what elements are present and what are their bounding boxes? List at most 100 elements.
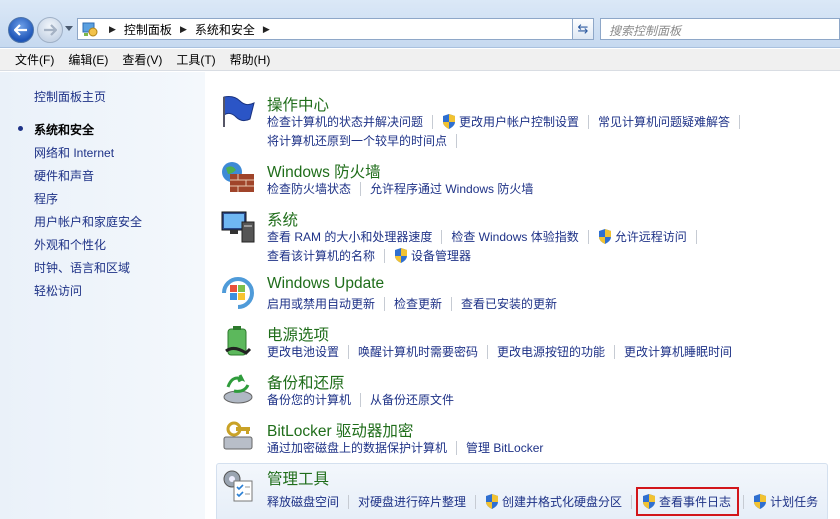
menu-tools[interactable]: 工具(T) xyxy=(169,51,222,68)
divider xyxy=(348,344,350,359)
backup-icon xyxy=(220,371,260,411)
category-title[interactable]: 备份和还原 xyxy=(267,371,345,393)
uac-shield-icon xyxy=(443,114,456,129)
link-experience-index[interactable]: 检查 Windows 体验指数 xyxy=(451,228,578,245)
link-encrypt-data[interactable]: 通过加密磁盘上的数据保护计算机 xyxy=(267,439,447,456)
link-restore-files[interactable]: 从备份还原文件 xyxy=(370,391,454,408)
category-title[interactable]: 电源选项 xyxy=(267,323,329,345)
recent-pages-dropdown[interactable] xyxy=(65,26,73,31)
link-schedule-tasks[interactable]: 计划任务 xyxy=(753,493,818,510)
divider xyxy=(739,114,741,129)
flag-icon xyxy=(220,93,260,133)
power-icon xyxy=(220,323,260,363)
divider xyxy=(384,296,386,311)
link-wake-password[interactable]: 唤醒计算机时需要密码 xyxy=(358,343,478,360)
menu-edit[interactable]: 编辑(E) xyxy=(61,51,115,68)
divider xyxy=(588,114,590,129)
address-field[interactable]: ▶ 控制面板 ▶ 系统和安全 ▶ xyxy=(77,18,644,40)
menu-file[interactable]: 文件(F) xyxy=(8,51,61,68)
link-backup-computer[interactable]: 备份您的计算机 xyxy=(267,391,351,408)
divider xyxy=(614,344,616,359)
link-device-manager[interactable]: 设备管理器 xyxy=(394,247,471,264)
sidebar-item-home[interactable]: 控制面板主页 xyxy=(34,88,106,105)
windows-update-icon xyxy=(220,275,260,315)
breadcrumb-separator[interactable]: ▶ xyxy=(109,24,116,35)
sidebar-item-ease-of-access[interactable]: 轻松访问 xyxy=(34,282,82,299)
link-free-disk-space[interactable]: 释放磁盘空间 xyxy=(267,493,339,510)
link-label: 计划任务 xyxy=(770,495,819,509)
divider xyxy=(451,296,453,311)
divider xyxy=(348,494,350,509)
category-title[interactable]: 管理工具 xyxy=(267,467,329,489)
breadcrumb-separator[interactable]: ▶ xyxy=(180,24,187,35)
link-auto-update[interactable]: 启用或禁用自动更新 xyxy=(267,295,375,312)
breadcrumb-separator[interactable]: ▶ xyxy=(263,24,270,35)
sidebar-item-programs[interactable]: 程序 xyxy=(34,190,58,207)
category-title[interactable]: BitLocker 驱动器加密 xyxy=(267,419,413,441)
arrow-right-icon xyxy=(44,24,57,36)
main-content: 操作中心 检查计算机的状态并解决问题 更改用户帐户控制设置 常见计算机问题疑难解… xyxy=(205,72,840,519)
sidebar-item-system-security: 系统和安全 xyxy=(34,123,95,137)
link-check-updates[interactable]: 检查更新 xyxy=(394,295,442,312)
divider xyxy=(360,181,362,196)
divider xyxy=(432,114,434,129)
link-firewall-status[interactable]: 检查防火墙状态 xyxy=(267,180,351,197)
link-view-event-logs[interactable]: 查看事件日志 xyxy=(636,487,740,516)
link-installed-updates[interactable]: 查看已安装的更新 xyxy=(461,295,557,312)
breadcrumb-control-panel[interactable]: 控制面板 xyxy=(124,21,172,38)
link-remote-access[interactable]: 允许远程访问 xyxy=(598,228,687,245)
divider xyxy=(631,494,633,509)
bitlocker-icon xyxy=(220,419,260,459)
divider xyxy=(441,229,443,244)
divider xyxy=(384,248,386,263)
forward-button[interactable] xyxy=(37,17,63,43)
divider xyxy=(487,344,489,359)
menu-view[interactable]: 查看(V) xyxy=(115,51,169,68)
divider xyxy=(456,440,458,455)
link-allow-program[interactable]: 允许程序通过 Windows 防火墙 xyxy=(370,180,533,197)
menu-bar: 文件(F) 编辑(E) 查看(V) 工具(T) 帮助(H) xyxy=(0,49,840,71)
search-input[interactable]: 搜索控制面板 xyxy=(600,18,840,40)
link-system-restore[interactable]: 将计算机还原到一个较早的时间点 xyxy=(267,132,447,149)
sidebar-item-appearance[interactable]: 外观和个性化 xyxy=(34,236,106,253)
link-ram-processor[interactable]: 查看 RAM 的大小和处理器速度 xyxy=(267,228,432,245)
link-manage-bitlocker[interactable]: 管理 BitLocker xyxy=(466,439,543,456)
sidebar-item-clock-region[interactable]: 时钟、语言和区域 xyxy=(34,259,130,276)
divider xyxy=(456,133,458,148)
refresh-icon: ⇆ xyxy=(577,21,589,36)
link-uac-settings[interactable]: 更改用户帐户控制设置 xyxy=(442,113,579,130)
arrow-left-icon xyxy=(14,24,27,36)
link-battery-settings[interactable]: 更改电池设置 xyxy=(267,343,339,360)
link-defragment[interactable]: 对硬盘进行碎片整理 xyxy=(358,493,466,510)
link-computer-name[interactable]: 查看该计算机的名称 xyxy=(267,247,375,264)
link-power-button[interactable]: 更改电源按钮的功能 xyxy=(497,343,605,360)
current-bullet xyxy=(18,126,23,131)
category-title[interactable]: 操作中心 xyxy=(267,93,329,115)
link-label: 创建并格式化硬盘分区 xyxy=(502,495,623,509)
link-label: 设备管理器 xyxy=(411,249,472,263)
sidebar-item-network[interactable]: 网络和 Internet xyxy=(34,144,114,161)
link-troubleshoot[interactable]: 常见计算机问题疑难解答 xyxy=(598,113,730,130)
uac-shield-icon xyxy=(754,494,767,509)
sidebar-item-user-accounts[interactable]: 用户帐户和家庭安全 xyxy=(34,213,142,230)
link-create-partitions[interactable]: 创建并格式化硬盘分区 xyxy=(485,493,622,510)
link-check-status[interactable]: 检查计算机的状态并解决问题 xyxy=(267,113,423,130)
link-sleep-time[interactable]: 更改计算机睡眠时间 xyxy=(624,343,732,360)
category-title[interactable]: Windows Update xyxy=(267,275,384,293)
divider xyxy=(587,229,589,244)
category-title[interactable]: 系统 xyxy=(267,208,298,230)
category-title[interactable]: Windows 防火墙 xyxy=(267,160,381,182)
menu-help[interactable]: 帮助(H) xyxy=(223,51,278,68)
back-button[interactable] xyxy=(8,17,34,43)
sidebar-item-hardware[interactable]: 硬件和声音 xyxy=(34,167,94,184)
breadcrumb-system-security[interactable]: 系统和安全 xyxy=(195,21,255,38)
sidebar: 控制面板主页 系统和安全 网络和 Internet 硬件和声音 程序 用户帐户和… xyxy=(0,72,205,519)
link-label: 允许远程访问 xyxy=(614,230,687,244)
divider xyxy=(695,229,697,244)
firewall-icon xyxy=(220,160,260,200)
control-panel-icon xyxy=(82,21,98,37)
refresh-button[interactable]: ⇆ xyxy=(572,18,594,40)
divider xyxy=(475,494,477,509)
uac-shield-icon xyxy=(395,248,408,263)
uac-shield-icon xyxy=(486,494,499,509)
